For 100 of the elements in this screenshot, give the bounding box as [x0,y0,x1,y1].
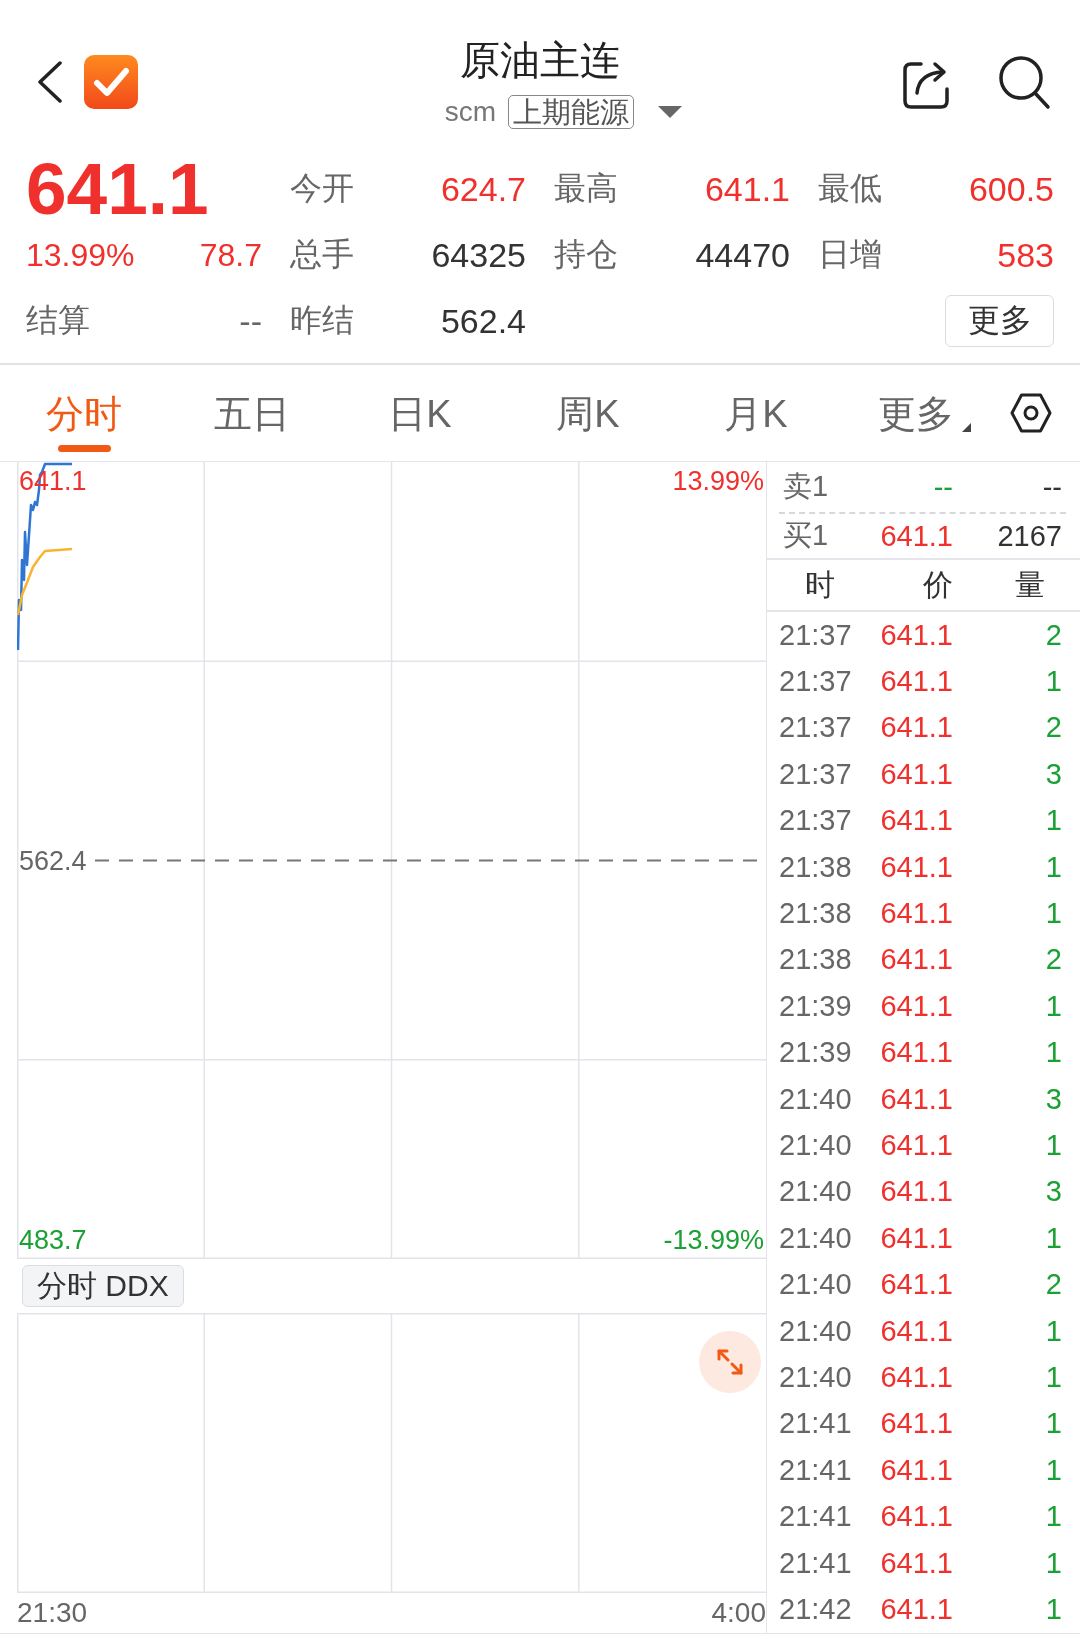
stat-label: 昨结 [290,301,354,340]
trade-volume: 1 [1044,1129,1062,1162]
trade-price: 641.1 [879,1036,953,1070]
stat-label: 日增 [818,235,882,274]
trade-time: 21:38 [779,897,853,931]
back-icon[interactable] [37,61,63,103]
stat-value: 64325 [431,235,526,275]
order-volume: 2167 [996,519,1062,553]
trade-price: 641.1 [879,989,953,1023]
chart-tab[interactable]: 月K [672,365,840,461]
trade-volume: 1 [1044,897,1062,931]
trade-volume: 1 [1044,1453,1062,1487]
trade-price: 641.1 [879,1407,953,1441]
percent-axis-label: 13.99% [672,465,764,498]
trade-volume: 1 [1044,665,1062,699]
stat-value: 624.7 [440,169,526,209]
trade-volume: 1 [1044,850,1062,884]
tab-indicator [57,445,111,452]
price-axis-label: 483.7 [19,1224,87,1257]
trade-time: 21:40 [779,1360,853,1394]
caret-icon[interactable] [658,106,683,118]
trade-time: 21:39 [779,989,853,1023]
chart-tab[interactable]: 五日 [168,365,336,461]
trade-price: 641.1 [879,1221,953,1255]
trade-time: 21:40 [779,1268,853,1302]
trade-time: 21:40 [779,1082,853,1116]
stat-label: 最高 [554,169,618,208]
chart-tab[interactable]: 更多 [840,365,1008,461]
trade-price: 641.1 [879,1500,953,1534]
trade-price: 641.1 [879,943,953,977]
time-axis-label: 4:00 [711,1597,766,1629]
trade-time: 21:41 [779,1407,853,1441]
average-line [17,547,73,616]
trade-volume: 1 [1044,1546,1062,1580]
percent-axis-label: -13.99% [663,1224,764,1257]
stat-value: 583 [997,235,1054,275]
trade-time: 21:37 [779,618,853,652]
stat-value: 44470 [695,235,790,275]
trade-volume: 2 [1044,943,1062,977]
stat-value: 641.1 [704,169,790,209]
trade-volume: 1 [1044,1036,1062,1070]
trade-volume: 2 [1044,1268,1062,1302]
order-level-label: 卖1 [782,469,830,504]
contract-title: 原油主连 [460,37,620,84]
expand-icon [716,1348,744,1376]
trade-price: 641.1 [879,1129,953,1162]
trade-volume: 2 [1044,711,1062,745]
chart-tab[interactable]: 分时 [0,365,168,461]
trade-volume: 1 [1044,804,1062,838]
exchange-tag: 上期能源 [508,95,635,129]
more-button[interactable]: 更多 [945,295,1054,347]
trade-volume: 3 [1044,1082,1062,1116]
stat-value: 600.5 [968,169,1054,209]
chart-tab[interactable]: 周K [504,365,672,461]
trade-volume: 1 [1044,1360,1062,1394]
time-axis-label: 21:30 [17,1597,88,1629]
trade-time: 21:38 [779,850,853,884]
trade-volume: 1 [1044,1221,1062,1255]
stat-value: -- [239,301,262,341]
trade-time: 21:40 [779,1221,853,1255]
order-price: -- [932,470,953,504]
trade-time: 21:37 [779,711,853,745]
trade-price: 641.1 [879,1268,953,1302]
trade-volume: 1 [1044,1407,1062,1441]
order-level-label: 买1 [782,518,830,553]
indicator-button[interactable]: 分时 DDX [22,1265,184,1307]
trade-time: 21:42 [779,1592,853,1626]
order-price: 641.1 [879,519,953,553]
stat-label: 最低 [818,169,882,208]
trade-price: 641.1 [879,618,953,652]
trade-volume: 2 [1044,618,1062,652]
column-header: 时 [803,566,836,603]
settings-icon[interactable] [1010,393,1052,433]
search-icon[interactable] [997,54,1051,110]
order-volume: -- [1041,470,1062,504]
chart-tab[interactable]: 日K [336,365,504,461]
trade-price: 641.1 [879,804,953,838]
trade-time: 21:37 [779,757,853,791]
trade-price: 641.1 [879,1453,953,1487]
trade-time: 21:37 [779,665,853,699]
trade-price: 641.1 [879,757,953,791]
column-header: 价 [922,566,953,603]
trade-time: 21:39 [779,1036,853,1070]
trade-price: 641.1 [879,1360,953,1394]
change-percent: 13.99% [26,236,135,274]
trade-volume: 3 [1044,1175,1062,1209]
trade-price: 641.1 [879,1175,953,1209]
trade-time: 21:37 [779,804,853,838]
trade-price: 641.1 [879,850,953,884]
last-price: 641.1 [26,156,209,222]
trade-volume: 1 [1044,1592,1062,1626]
trade-time: 21:40 [779,1129,853,1162]
check-logo-icon [84,55,138,109]
stat-label: 结算 [26,301,90,340]
column-header: 量 [1014,566,1046,603]
trade-price: 641.1 [879,1546,953,1580]
trade-volume: 3 [1044,757,1062,791]
trade-volume: 1 [1044,1314,1062,1348]
stat-label: 总手 [290,235,354,274]
trade-time: 21:41 [779,1453,853,1487]
